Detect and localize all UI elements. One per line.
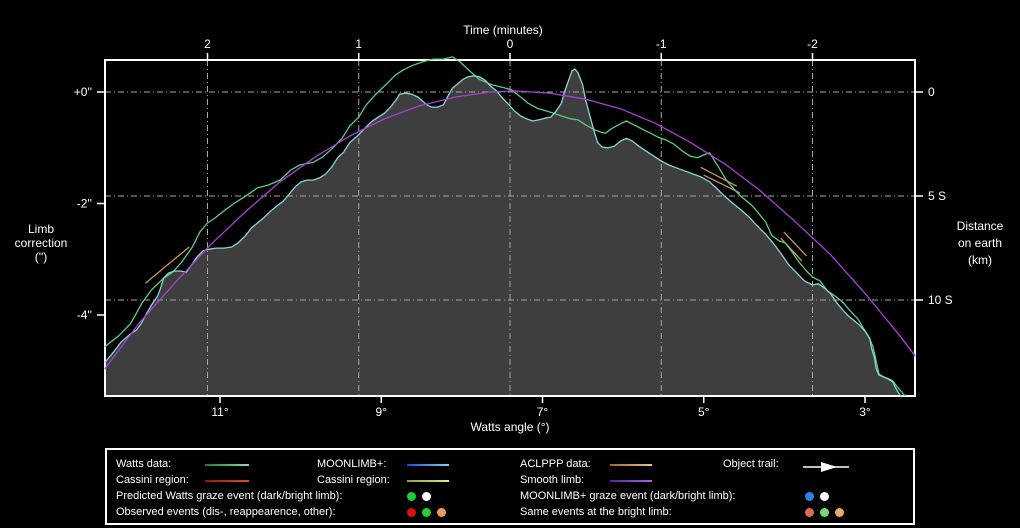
left-axis-tick-label: +0''	[74, 85, 92, 99]
right-axis-title: Distance	[957, 219, 1004, 233]
left-axis-title: ('')	[35, 250, 48, 264]
legend-same-bright-label: Same events at the bright limb:	[520, 506, 672, 519]
legend-cassini-red-label: Cassini region:	[116, 474, 189, 487]
watts-line-swatch	[205, 464, 249, 466]
legend-moonlimb-graze-label: MOONLIMB+ graze event (dark/bright limb)…	[520, 490, 736, 503]
aclppp-line-swatch	[610, 464, 652, 466]
top-axis-tick-label: 2	[204, 37, 211, 51]
bright-other-dot	[835, 508, 844, 517]
predicted-bright-limb-dot	[422, 492, 431, 501]
legend-predicted-watts-label: Predicted Watts graze event (dark/bright…	[116, 490, 342, 503]
top-axis-tick-label: 0	[507, 37, 514, 51]
moonlimb-dark-limb-dot	[805, 492, 814, 501]
right-axis-tick-label: 0	[928, 85, 935, 99]
limb-profile-fill	[105, 69, 902, 397]
left-axis-title: Limb	[28, 222, 54, 236]
bottom-axis-tick-label: 7°	[537, 405, 549, 419]
left-axis-title: correction	[15, 236, 68, 250]
bottom-axis-title: Watts angle (°)	[470, 420, 549, 434]
legend-observed-label: Observed events (dis-, reappearence, oth…	[116, 506, 336, 519]
bottom-axis-tick-label: 11°	[211, 405, 228, 419]
moonlimb-line-swatch	[407, 464, 449, 466]
left-axis-tick-label: -2''	[77, 197, 92, 211]
aclppp-segment	[784, 232, 807, 256]
observed-reappearance-dot	[422, 508, 431, 517]
observed-disappearance-dot	[407, 508, 416, 517]
bottom-axis-tick-label: 5°	[698, 405, 710, 419]
top-axis-title: Time (minutes)	[463, 23, 543, 37]
observed-other-dot	[437, 508, 446, 517]
top-axis-tick-label: -1	[656, 37, 667, 51]
legend: Watts data: MOONLIMB+: ACLPPP data: Obje…	[105, 448, 915, 525]
graze-profile-window: { "colors": { "background": "#000000", "…	[0, 0, 1020, 528]
legend-object-trail-label: Object trail:	[723, 458, 779, 471]
moonlimb-bright-limb-dot	[820, 492, 829, 501]
top-axis-tick-label: -2	[807, 37, 818, 51]
cassini-yellow-line-swatch	[407, 480, 449, 482]
legend-watts-label: Watts data:	[116, 458, 171, 471]
bright-reappearance-dot	[820, 508, 829, 517]
right-axis-tick-label: 10 S	[928, 293, 953, 307]
predicted-dark-limb-dot	[407, 492, 416, 501]
top-axis-tick-label: 1	[355, 37, 362, 51]
right-axis-title: (km)	[968, 253, 992, 267]
right-axis-title: on earth	[958, 236, 1002, 250]
legend-smooth-limb-label: Smooth limb:	[520, 474, 584, 487]
legend-aclppp-label: ACLPPP data:	[520, 458, 591, 471]
legend-moonlimb-label: MOONLIMB+:	[317, 458, 386, 471]
left-axis-tick-label: -4''	[77, 308, 92, 322]
bright-disappearance-dot	[805, 508, 814, 517]
smooth-limb-line-swatch	[610, 480, 652, 482]
legend-cassini-yellow-label: Cassini region:	[317, 474, 390, 487]
bottom-axis-tick-label: 3°	[859, 405, 871, 419]
limb-profile-chart: 2 1 0 -1 -2 Time (minutes) 11° 9° 7° 5° 3° Watts an…	[0, 0, 1020, 440]
bottom-axis-tick-label: 9°	[376, 405, 388, 419]
object-trail-arrow-icon	[803, 461, 851, 473]
cassini-red-line-swatch	[205, 480, 249, 482]
right-axis-tick-label: 5 S	[928, 189, 946, 203]
